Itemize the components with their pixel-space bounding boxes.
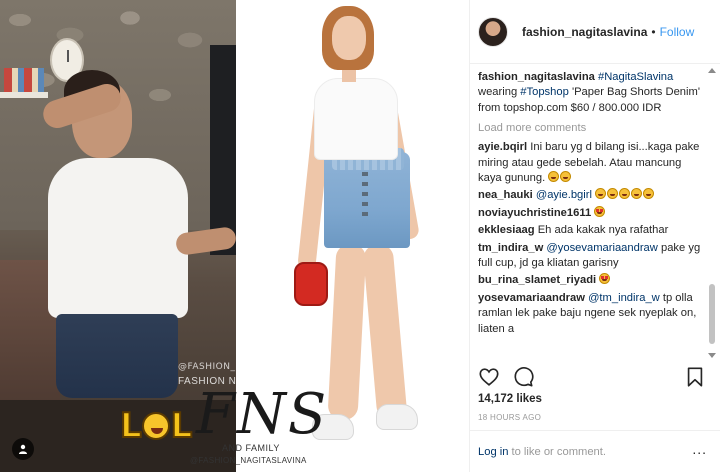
- speech-bubble-icon: [514, 367, 534, 387]
- comment: noviayuchristine1611: [478, 205, 704, 221]
- comment-mention[interactable]: @yosevamariaandraw: [546, 242, 657, 254]
- grin-sweat-emoji-icon: [631, 188, 643, 200]
- header-separator: •: [651, 24, 656, 39]
- model-white-tshirt: [314, 78, 398, 160]
- denim-shorts-dark: [56, 314, 178, 398]
- lol-letter-end: L: [170, 405, 194, 447]
- avatar[interactable]: [478, 16, 508, 47]
- grin-sweat-emoji-icon: [548, 171, 560, 183]
- caption: fashion_nagitaslavina #NagitaSlavina wea…: [478, 70, 704, 116]
- user-tag-icon[interactable]: [12, 438, 34, 460]
- hashtag-topshop[interactable]: #Topshop: [520, 86, 569, 98]
- follow-button[interactable]: Follow: [660, 25, 695, 39]
- lol-sticker: L L: [119, 404, 194, 448]
- comment-username[interactable]: ayie.bqirl: [478, 141, 527, 153]
- action-bar: [478, 366, 708, 388]
- post-timestamp[interactable]: 18 HOURS AGO: [478, 413, 541, 422]
- more-options-icon[interactable]: ...: [692, 441, 707, 457]
- comment-username[interactable]: tm_indira_w: [478, 242, 543, 254]
- grin-sweat-emoji-icon: [643, 188, 655, 200]
- comment-text: Eh ada kakak nya rafathar: [537, 224, 669, 237]
- grin-sweat-emoji-icon: [607, 188, 619, 200]
- comment: nea_hauki @ayie.bgirl: [478, 188, 704, 203]
- comment-mention[interactable]: @tm_indira_w: [588, 292, 660, 304]
- comment: ayie.bqirl Ini baru yg d bilang isi...ka…: [478, 140, 704, 186]
- model-leg-left: [327, 243, 367, 421]
- scroll-up-arrow-icon[interactable]: [708, 68, 716, 73]
- comment-mention[interactable]: @ayie.bgirl: [536, 189, 592, 201]
- comments-list[interactable]: fashion_nagitaslavina #NagitaSlavina wea…: [478, 70, 704, 356]
- comment: tm_indira_w @yosevamariaandraw pake yg f…: [478, 241, 704, 272]
- comment-username[interactable]: bu_rina_slamet_riyadi: [478, 274, 596, 286]
- comment: ekklesiaag Eh ada kakak nya rafathar: [478, 223, 704, 238]
- grin-sweat-emoji-icon: [619, 188, 631, 200]
- grin-sweat-emoji-icon: [560, 171, 572, 183]
- comment-username[interactable]: yosevamariaandraw: [478, 292, 585, 304]
- heart-eyes-emoji-icon: [594, 205, 606, 217]
- comment: yosevamariaandraw @tm_indira_w tp olla r…: [478, 291, 704, 337]
- comment-icon[interactable]: [512, 366, 534, 388]
- lol-letter-start: L: [119, 405, 143, 447]
- load-more-comments-button[interactable]: Load more comments: [478, 122, 704, 134]
- comment: bu_rina_slamet_riyadi: [478, 273, 704, 288]
- model-face: [332, 16, 366, 60]
- bookmark-icon[interactable]: [684, 366, 706, 388]
- post-sidebar: fashion_nagitaslavina • Follow fashion_n…: [469, 0, 720, 472]
- person-icon: [19, 444, 27, 454]
- scroll-down-arrow-icon[interactable]: [708, 353, 716, 358]
- watermark-handle-bottom: @FASHION_NAGITASLAVINA: [190, 456, 307, 465]
- heart-outline-icon: [479, 368, 499, 386]
- laughing-face-emoji-icon: [141, 412, 170, 440]
- dark-door: [210, 45, 236, 255]
- comment-username[interactable]: nea_hauki: [478, 189, 533, 201]
- red-handbag: [294, 262, 328, 306]
- model-leg-right: [362, 243, 408, 421]
- scroll-thumb[interactable]: [709, 284, 715, 344]
- header-username[interactable]: fashion_nagitaslavina: [522, 25, 647, 39]
- button-fly: [362, 172, 368, 220]
- heart-eyes-emoji-icon: [599, 273, 611, 285]
- hashtag-nagitaslavina[interactable]: #NagitaSlavina: [598, 71, 673, 83]
- caption-username[interactable]: fashion_nagitaslavina: [478, 71, 595, 83]
- login-footer: Log in to like or comment. ...: [470, 430, 720, 472]
- comments-scrollbar[interactable]: [708, 64, 716, 362]
- post-header: fashion_nagitaslavina • Follow: [470, 0, 720, 64]
- login-link[interactable]: Log in: [478, 446, 508, 458]
- heart-icon[interactable]: [478, 366, 500, 388]
- login-suffix: to like or comment.: [511, 445, 606, 458]
- comment-username[interactable]: noviayuchristine1611: [478, 207, 591, 219]
- grin-sweat-emoji-icon: [595, 188, 607, 200]
- likes-count[interactable]: 14,172 likes: [478, 393, 542, 405]
- white-tshirt: [48, 158, 188, 318]
- save-bookmark-icon: [687, 367, 703, 387]
- wall-shelf: [0, 92, 48, 98]
- white-sneaker-right: [376, 404, 418, 430]
- post-media[interactable]: @FASHION_NAGITASLAVINA FASHION NAGITA SL…: [0, 0, 469, 472]
- watermark-logo: FNS: [196, 382, 329, 447]
- comment-username[interactable]: ekklesiaag: [478, 224, 535, 236]
- shelf-items: [4, 68, 44, 92]
- caption-text-1: wearing: [478, 86, 518, 99]
- watermark-handle-top: @FASHION_NAGITASLAVINA: [178, 362, 314, 372]
- watermark-family: AND FAMILY: [222, 443, 280, 453]
